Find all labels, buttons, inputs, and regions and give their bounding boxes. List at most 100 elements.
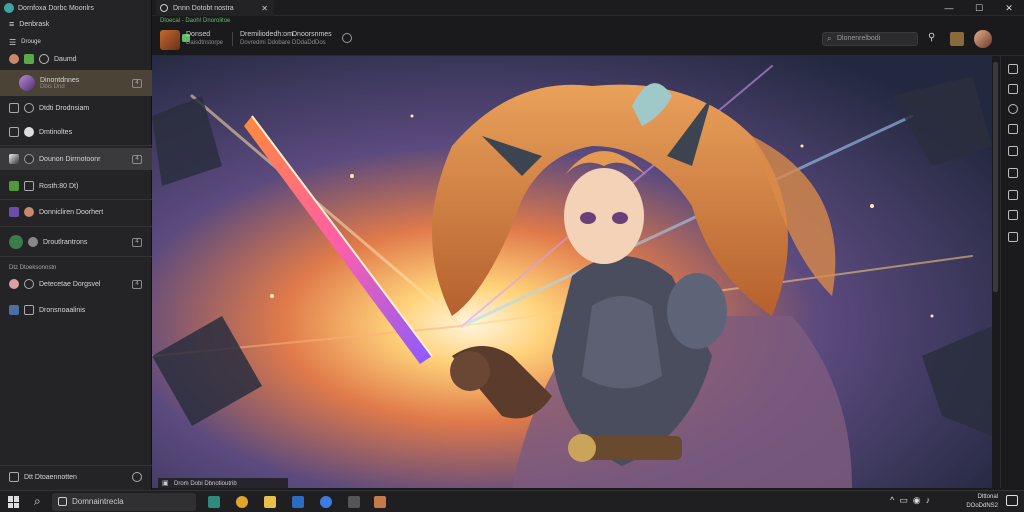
bookmark-icon[interactable] bbox=[1008, 168, 1018, 178]
search-input[interactable]: ⌕ Dlonenrelbodi bbox=[822, 32, 918, 46]
group-label: Dtz Dtoeksonnstn bbox=[9, 265, 57, 271]
title-bar: Dnnn Dotobt nostra ✕ — ☐ ✕ bbox=[152, 0, 1024, 16]
app-icon bbox=[9, 305, 19, 315]
chat-icon bbox=[9, 472, 19, 482]
leaf-icon bbox=[9, 181, 19, 191]
minimize-icon[interactable]: — bbox=[934, 0, 964, 16]
app-icon[interactable] bbox=[208, 496, 220, 508]
sidebar-item[interactable]: Rosth:80 Dt) bbox=[0, 178, 152, 194]
count-badge: 4 bbox=[132, 279, 142, 289]
sidebar-item-label: Donnicliren Doorhert bbox=[39, 208, 104, 216]
footer-label: Dtt Dtoaennotten bbox=[24, 473, 77, 481]
date: DOoDdNS2 bbox=[966, 503, 998, 509]
section-label: Drouge bbox=[21, 39, 41, 45]
settings-icon[interactable] bbox=[1008, 210, 1018, 220]
search-icon[interactable]: ⌕ bbox=[34, 494, 41, 509]
count-badge: 4 bbox=[132, 78, 142, 88]
sidebar-footer[interactable]: Dtt Dtoaennotten bbox=[0, 470, 152, 484]
tab-label: Dnnn Dotobt nostra bbox=[173, 4, 234, 12]
info-block: Dnoorsnmes DDdaDdDos bbox=[292, 30, 332, 48]
taskbar-search[interactable]: Domnaintrecla bbox=[52, 493, 196, 511]
avatar bbox=[24, 207, 34, 217]
store-icon[interactable] bbox=[292, 496, 304, 508]
chrome-icon[interactable] bbox=[320, 496, 332, 508]
count-badge: 4 bbox=[132, 154, 142, 164]
sidebar-item-label: Dinontdnnes bbox=[40, 76, 80, 84]
sidebar-item[interactable]: Dmtinoltes bbox=[0, 124, 152, 140]
globe-icon bbox=[24, 103, 34, 113]
download-icon[interactable] bbox=[1008, 124, 1018, 134]
divider bbox=[0, 226, 152, 227]
sidebar-item[interactable]: Dtdti Drodnsiam bbox=[0, 100, 152, 116]
image-caption: Drom Dobi Dbnotioutrib bbox=[174, 481, 237, 487]
status-icon bbox=[24, 279, 34, 289]
sidebar-group-header: Dtz Dtoeksonnstn bbox=[0, 262, 152, 274]
bell-icon[interactable] bbox=[1008, 64, 1018, 74]
sidebar-item-label: Dmtinoltes bbox=[39, 128, 73, 136]
sidebar-item-label: Droutlrantrons bbox=[43, 238, 88, 246]
hamburger-icon[interactable]: ≡ bbox=[9, 19, 14, 29]
app-icon[interactable] bbox=[348, 496, 360, 508]
list-icon: ☰ bbox=[9, 37, 17, 47]
page-icon bbox=[24, 305, 34, 315]
profile-sub: Daisdtnstorpe bbox=[186, 40, 224, 46]
divider bbox=[0, 145, 152, 146]
divider bbox=[0, 465, 152, 466]
profile-info: Donsed Daisdtnstorpe bbox=[186, 30, 223, 48]
sidebar-item[interactable]: Droutlrantrons 4 bbox=[0, 232, 152, 252]
app-icon[interactable] bbox=[950, 32, 964, 46]
sidebar-item-active[interactable]: Dinontdnnes Dbis Dnd 4 bbox=[0, 70, 152, 96]
photos-icon[interactable] bbox=[374, 496, 386, 508]
avatar[interactable] bbox=[160, 30, 180, 50]
history-icon[interactable] bbox=[1008, 84, 1018, 94]
page-icon bbox=[9, 103, 19, 113]
avatar bbox=[24, 154, 34, 164]
globe-icon[interactable] bbox=[132, 472, 142, 482]
info-block: Dremiliodedh:om Dovredmi Ddobare bbox=[240, 30, 293, 48]
close-icon[interactable]: ✕ bbox=[994, 0, 1024, 16]
user-avatar[interactable] bbox=[974, 30, 992, 48]
clock[interactable]: Dlttonal DOoDdNS2 bbox=[966, 493, 998, 511]
folder-icon[interactable] bbox=[264, 496, 276, 508]
divider bbox=[0, 199, 152, 200]
image-caption-bar[interactable]: ▣ Drom Dobi Dbnotioutrib bbox=[158, 478, 288, 490]
sidebar-group-item[interactable]: Detecetae Dorgsvel 4 bbox=[0, 276, 152, 292]
pin-icon[interactable]: ⚲ bbox=[928, 32, 935, 43]
breadcrumb[interactable]: Dloecal - Daoh! Dnorolitoe bbox=[160, 18, 230, 24]
search-placeholder: Dlonenrelbodi bbox=[837, 35, 881, 42]
info-sub: Dovredmi Ddobare bbox=[240, 40, 291, 46]
sidebar-item-label: Detecetae Dorgsvel bbox=[39, 280, 101, 288]
sidebar-item-sub: Dbis Dnd bbox=[40, 83, 65, 90]
start-icon[interactable] bbox=[8, 496, 20, 508]
divider bbox=[0, 256, 152, 257]
sidebar-item-label: Daumd bbox=[54, 55, 77, 63]
sidebar-home[interactable]: ≡ Denbrask bbox=[0, 18, 152, 30]
grid-icon[interactable] bbox=[1008, 146, 1018, 156]
profile-name: Donsed bbox=[186, 31, 211, 38]
app-icon bbox=[9, 207, 19, 217]
browser-tab[interactable]: Dnnn Dotobt nostra ✕ bbox=[156, 0, 274, 16]
sidebar-item-selected[interactable]: Dounon Dirrnotoonr 4 bbox=[0, 148, 152, 170]
search-icon: ⌕ bbox=[827, 34, 832, 43]
scrollbar[interactable] bbox=[993, 62, 998, 292]
share-icon[interactable] bbox=[1008, 190, 1018, 200]
image-icon[interactable] bbox=[1008, 232, 1018, 242]
sidebar-item-label: Dounon Dirrnotoonr bbox=[39, 155, 101, 163]
close-tab-icon[interactable]: ✕ bbox=[261, 4, 268, 13]
clock-icon[interactable] bbox=[1008, 104, 1018, 114]
user-icon bbox=[28, 237, 38, 247]
info-title: Dnoorsnmes bbox=[292, 31, 332, 38]
browser-icon[interactable] bbox=[236, 496, 248, 508]
maximize-icon[interactable]: ☐ bbox=[964, 0, 994, 16]
avatar bbox=[9, 235, 23, 249]
image-icon: ▣ bbox=[162, 480, 169, 487]
tray-icons[interactable]: ^▭◉♪ bbox=[890, 495, 935, 506]
sidebar-group-item[interactable]: Dronsnoaalinis bbox=[0, 302, 152, 318]
app-header: Dornfoxa Dorbc Moonlrs bbox=[4, 2, 94, 14]
sidebar-item-top[interactable]: Daumd bbox=[0, 52, 152, 66]
notification-icon[interactable] bbox=[1006, 495, 1018, 506]
sidebar-item[interactable]: Donnicliren Doorhert bbox=[0, 204, 152, 220]
avatar bbox=[9, 54, 19, 64]
settings-icon[interactable] bbox=[342, 33, 352, 43]
page-icon bbox=[24, 181, 34, 191]
